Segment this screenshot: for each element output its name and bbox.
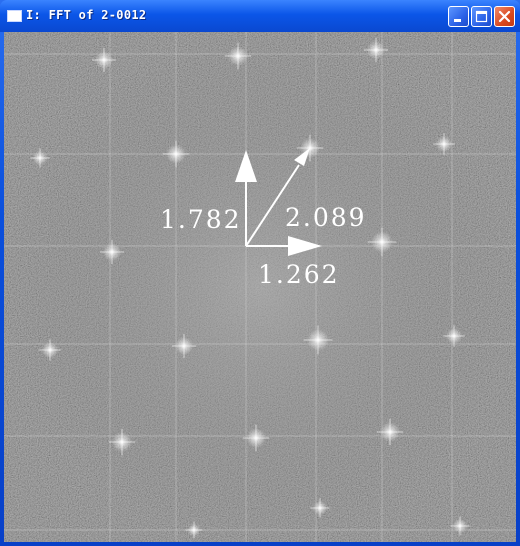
close-icon [498,10,511,23]
fft-window: I: FFT of 2-0012 1.782 2.089 1.262 [0,0,520,546]
title-bar[interactable]: I: FFT of 2-0012 [0,0,520,32]
minimize-button[interactable] [448,6,469,27]
minimize-icon [454,19,461,22]
label-vertical-spacing: 1.782 [160,205,242,234]
fft-canvas-svg: 1.782 2.089 1.262 [4,32,516,542]
fft-image[interactable]: 1.782 2.089 1.262 [4,32,516,542]
maximize-button[interactable] [471,6,492,27]
label-diagonal-spacing: 2.089 [285,203,367,232]
window-title: I: FFT of 2-0012 [26,8,147,22]
label-horizontal-spacing: 1.262 [258,260,340,289]
window-icon[interactable] [7,10,22,22]
maximize-icon [475,10,488,23]
close-button[interactable] [494,6,515,27]
